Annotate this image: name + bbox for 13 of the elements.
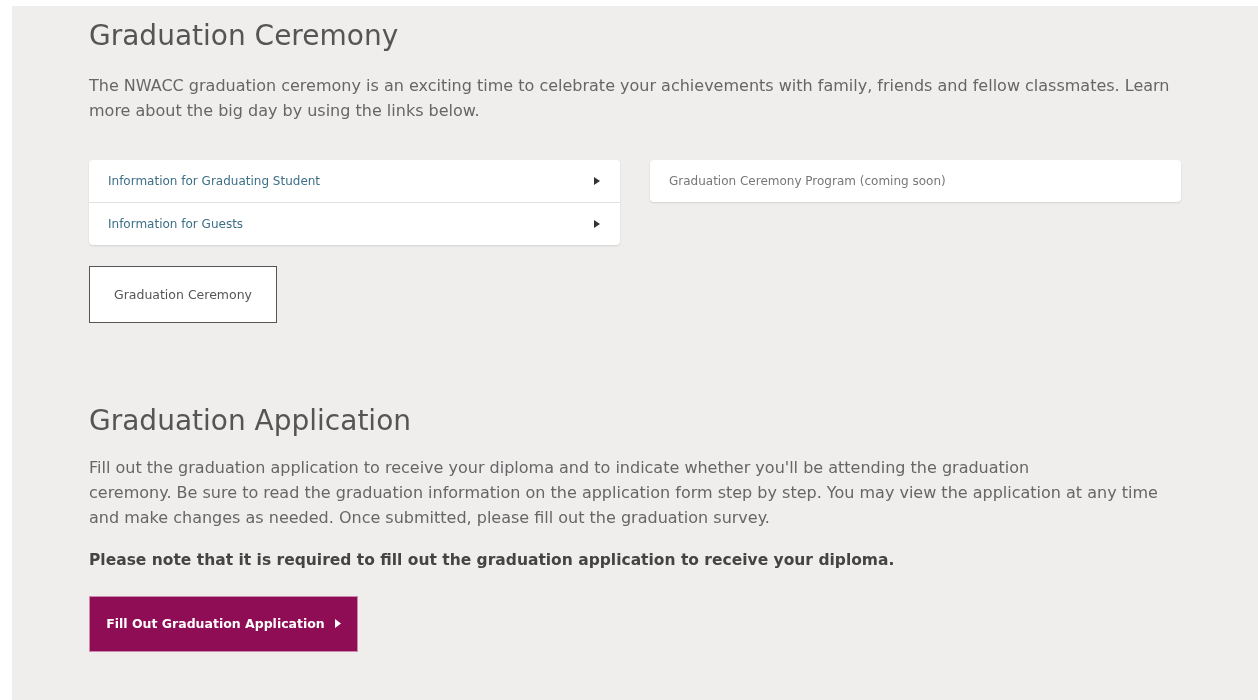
caret-icon — [594, 177, 600, 186]
application-paragraph: Fill out the graduation application to receive your diploma and to indicate whether you'll be attending the graduation ceremony. Be sure to read the graduation information on the application form step by step. You may view the application at any time and make changes as needed. Once submitted, please fill out the graduation survey. — [89, 456, 1159, 529]
ceremony-button[interactable]: Graduation Ceremony — [89, 266, 277, 324]
application-button[interactable]: Fill Out Graduation Application — [89, 595, 358, 652]
accordion-item[interactable]: Information for Guests — [89, 202, 620, 246]
required-note: Please note that it is required to fill out the graduation application to receive your diploma. — [89, 549, 896, 571]
section-heading: Graduation Application — [89, 403, 413, 440]
caret-icon — [594, 220, 600, 229]
caret-icon — [334, 619, 341, 629]
section-heading: Graduation Ceremony — [89, 18, 400, 54]
program-label: Graduation Ceremony Program (coming soon) — [669, 174, 946, 189]
accordion-item[interactable]: Information for Graduating Student — [89, 160, 620, 203]
intro-paragraph: The NWACC graduation ceremony is an exciting time to celebrate your achievements with family, friends and fellow classmates. Learn more about the big day by using the links below. — [89, 75, 1171, 123]
